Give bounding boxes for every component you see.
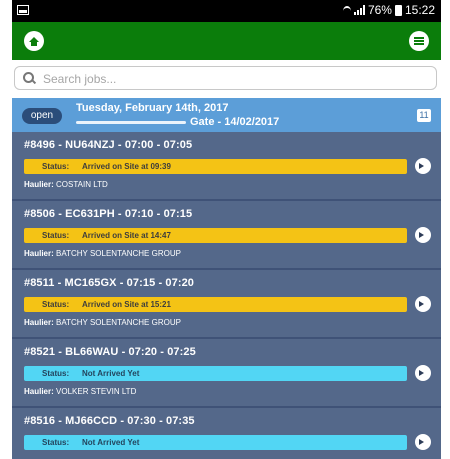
status-label: Status: — [42, 369, 70, 378]
home-button[interactable] — [24, 31, 44, 51]
redacted-text — [76, 120, 186, 124]
search-bar — [14, 66, 437, 90]
gate-line: Gate - 14/02/2017 — [76, 116, 279, 128]
haulier-line: Haulier: BATCHY SOLENTANCHE GROUP — [24, 249, 181, 258]
menu-button[interactable] — [409, 31, 429, 51]
status-value: Not Arrived Yet — [82, 438, 140, 447]
status-value: Arrived on Site at 09:39 — [82, 162, 171, 171]
status-bar: Status: Arrived on Site at 14:47 — [24, 228, 407, 243]
job-count-badge: 11 — [417, 109, 431, 122]
haulier-label: Haulier: — [24, 387, 54, 396]
haulier-value: BATCHY SOLENTANCHE GROUP — [56, 318, 181, 327]
haulier-label: Haulier: — [24, 180, 54, 189]
search-input[interactable] — [41, 69, 425, 89]
status-label: Status: — [42, 231, 70, 240]
job-item[interactable]: #8521 - BL66WAU - 07:20 - 07:25 Status: … — [12, 339, 441, 408]
job-title: #8521 - BL66WAU - 07:20 - 07:25 — [24, 346, 196, 358]
menu-icon — [414, 37, 424, 45]
job-title: #8511 - MC165GX - 07:15 - 07:20 — [24, 277, 195, 289]
haulier-value: COSTAIN LTD — [56, 180, 108, 189]
status-value: Arrived on Site at 15:21 — [82, 300, 171, 309]
status-bar: Status: Not Arrived Yet — [24, 366, 407, 381]
status-label: Status: — [42, 300, 70, 309]
signal-icon — [353, 5, 365, 15]
job-list: #8496 - NU64NZJ - 07:00 - 07:05 Status: … — [12, 132, 441, 459]
gate-label: Gate - 14/02/2017 — [190, 116, 280, 128]
job-item[interactable]: #8511 - MC165GX - 07:15 - 07:20 Status: … — [12, 270, 441, 339]
job-item[interactable]: #8496 - NU64NZJ - 07:00 - 07:05 Status: … — [12, 132, 441, 201]
system-status-bar: 76% 15:22 — [12, 0, 441, 22]
status-label: Status: — [42, 438, 70, 447]
chevron-right-icon[interactable] — [415, 227, 431, 243]
haulier-line: Haulier: BATCHY SOLENTANCHE GROUP — [24, 318, 181, 327]
open-badge[interactable]: open — [22, 108, 62, 124]
chevron-right-icon[interactable] — [415, 296, 431, 312]
clock: 15:22 — [404, 3, 435, 17]
app-header — [12, 22, 441, 60]
job-title: #8506 - EC631PH - 07:10 - 07:15 — [24, 208, 193, 220]
haulier-line: Haulier: VOLKER STEVIN LTD — [24, 387, 136, 396]
screenshot-icon — [17, 5, 29, 15]
haulier-value: VOLKER STEVIN LTD — [56, 387, 137, 396]
job-item[interactable]: #8506 - EC631PH - 07:10 - 07:15 Status: … — [12, 201, 441, 270]
status-bar: Status: Arrived on Site at 09:39 — [24, 159, 407, 174]
chevron-right-icon[interactable] — [415, 434, 431, 450]
battery-percent: 76% — [367, 3, 392, 17]
status-value: Arrived on Site at 14:47 — [82, 231, 171, 240]
haulier-label: Haulier: — [24, 249, 54, 258]
job-title: #8516 - MJ66CCD - 07:30 - 07:35 — [24, 415, 195, 427]
status-label: Status: — [42, 162, 70, 171]
wifi-icon — [342, 5, 351, 15]
date-group-header[interactable]: open Tuesday, February 14th, 2017 Gate -… — [12, 98, 441, 132]
haulier-line: Haulier: COSTAIN LTD — [24, 180, 108, 189]
status-icons: 76% 15:22 — [342, 3, 435, 17]
job-title: #8496 - NU64NZJ - 07:00 - 07:05 — [24, 139, 193, 151]
status-bar: Status: Not Arrived Yet — [24, 435, 407, 450]
haulier-value: BATCHY SOLENTANCHE GROUP — [56, 249, 181, 258]
status-bar: Status: Arrived on Site at 15:21 — [24, 297, 407, 312]
chevron-right-icon[interactable] — [415, 365, 431, 381]
chevron-right-icon[interactable] — [415, 158, 431, 174]
home-icon — [29, 36, 39, 46]
job-item[interactable]: #8516 - MJ66CCD - 07:30 - 07:35 Status: … — [12, 408, 441, 459]
haulier-label: Haulier: — [24, 318, 54, 327]
search-icon — [23, 72, 34, 83]
date-label: Tuesday, February 14th, 2017 — [76, 102, 229, 114]
battery-icon — [394, 4, 402, 16]
status-value: Not Arrived Yet — [82, 369, 140, 378]
